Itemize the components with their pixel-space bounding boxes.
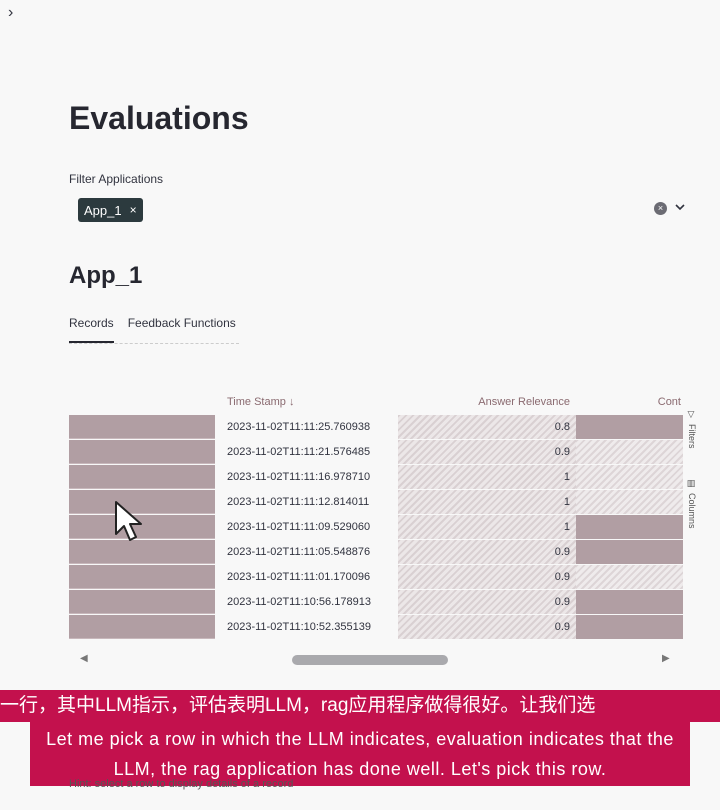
- answer-relevance-cell[interactable]: 1: [398, 489, 576, 514]
- expand-sidebar-icon[interactable]: ›: [8, 4, 13, 22]
- timestamp-cell[interactable]: 2023-11-02T11:11:09.529060: [215, 514, 398, 539]
- row-select-cell[interactable]: [69, 589, 215, 614]
- subtitle-chinese: 一行，其中LLM指示，评估表明LLM，rag应用程序做得很好。让我们选: [0, 690, 720, 722]
- header-answer-relevance[interactable]: Answer Relevance: [398, 396, 576, 408]
- tab-feedback-functions[interactable]: Feedback Functions: [128, 316, 236, 343]
- table-row[interactable]: 2023-11-02T11:10:56.178913 0.9: [69, 589, 683, 614]
- filter-label: Filter Applications: [69, 172, 164, 186]
- columns-tool[interactable]: ▥ Columns: [687, 479, 697, 529]
- cont-cell[interactable]: [576, 464, 683, 489]
- mouse-pointer-icon: [114, 500, 144, 549]
- cont-cell[interactable]: [576, 614, 683, 639]
- timestamp-cell[interactable]: 2023-11-02T11:11:05.548876: [215, 539, 398, 564]
- answer-relevance-cell[interactable]: 0.9: [398, 564, 576, 589]
- table-row[interactable]: 2023-11-02T11:11:12.814011 1: [69, 489, 683, 514]
- timestamp-cell[interactable]: 2023-11-02T11:10:52.355139: [215, 614, 398, 639]
- cont-cell[interactable]: [576, 414, 683, 439]
- timestamp-cell[interactable]: 2023-11-02T11:11:01.170096: [215, 564, 398, 589]
- cont-cell[interactable]: [576, 439, 683, 464]
- timestamp-cell[interactable]: 2023-11-02T11:11:25.760938: [215, 414, 398, 439]
- table-row[interactable]: 2023-11-02T11:11:01.170096 0.9: [69, 564, 683, 589]
- header-timestamp[interactable]: Time Stamp ↓: [215, 396, 398, 408]
- columns-icon: ▥: [687, 478, 697, 489]
- timestamp-cell[interactable]: 2023-11-02T11:11:12.814011: [215, 489, 398, 514]
- table-row[interactable]: 2023-11-02T11:11:25.760938 0.8: [69, 414, 683, 439]
- select-controls: ×: [654, 202, 685, 215]
- answer-relevance-cell[interactable]: 0.9: [398, 539, 576, 564]
- header-cont[interactable]: Cont: [576, 396, 683, 408]
- cont-cell[interactable]: [576, 489, 683, 514]
- table-row[interactable]: 2023-11-02T11:11:21.576485 0.9: [69, 439, 683, 464]
- timestamp-cell[interactable]: 2023-11-02T11:10:56.178913: [215, 589, 398, 614]
- cont-cell[interactable]: [576, 564, 683, 589]
- table-row[interactable]: 2023-11-02T11:10:52.355139 0.9: [69, 614, 683, 639]
- grid-side-tools: ▽ Filters ▥ Columns: [684, 410, 700, 528]
- filters-tool[interactable]: ▽ Filters: [687, 410, 697, 449]
- row-select-cell[interactable]: [69, 439, 215, 464]
- tab-bar: Records Feedback Functions: [69, 316, 239, 344]
- tag-label: App_1: [84, 202, 122, 218]
- answer-relevance-cell[interactable]: 0.8: [398, 414, 576, 439]
- cont-cell[interactable]: [576, 514, 683, 539]
- horizontal-scrollbar-thumb[interactable]: [292, 655, 448, 665]
- cont-cell[interactable]: [576, 539, 683, 564]
- timestamp-cell[interactable]: 2023-11-02T11:11:16.978710: [215, 464, 398, 489]
- tab-records[interactable]: Records: [69, 316, 114, 343]
- row-select-cell[interactable]: [69, 564, 215, 589]
- table-row[interactable]: 2023-11-02T11:11:09.529060 1: [69, 514, 683, 539]
- row-select-cell[interactable]: [69, 414, 215, 439]
- row-select-cell[interactable]: [69, 464, 215, 489]
- clear-icon[interactable]: ×: [654, 202, 667, 215]
- table-row[interactable]: 2023-11-02T11:11:05.548876 0.9: [69, 539, 683, 564]
- app-title: App_1: [69, 262, 143, 289]
- app-filter-tag[interactable]: App_1 ×: [78, 198, 143, 222]
- scroll-left-arrow[interactable]: ◀: [80, 653, 88, 664]
- scroll-right-arrow[interactable]: ▶: [662, 653, 670, 664]
- answer-relevance-cell[interactable]: 0.9: [398, 589, 576, 614]
- answer-relevance-cell[interactable]: 1: [398, 514, 576, 539]
- answer-relevance-cell[interactable]: 0.9: [398, 614, 576, 639]
- cont-cell[interactable]: [576, 589, 683, 614]
- answer-relevance-cell[interactable]: 0.9: [398, 439, 576, 464]
- table-body: 2023-11-02T11:11:25.760938 0.8 2023-11-02T…: [69, 414, 683, 639]
- records-table: Time Stamp ↓ Answer Relevance Cont 2023-…: [69, 390, 683, 642]
- subtitle-english: Let me pick a row in which the LLM indic…: [30, 722, 690, 786]
- table-row[interactable]: 2023-11-02T11:11:16.978710 1: [69, 464, 683, 489]
- timestamp-cell[interactable]: 2023-11-02T11:11:21.576485: [215, 439, 398, 464]
- filters-label: Filters: [687, 424, 697, 449]
- answer-relevance-cell[interactable]: 1: [398, 464, 576, 489]
- page-title: Evaluations: [69, 100, 249, 136]
- close-icon[interactable]: ×: [130, 203, 137, 217]
- hint-text: Hint: select a row to display details of…: [69, 778, 294, 790]
- filter-icon: ▽: [687, 410, 697, 420]
- columns-label: Columns: [687, 492, 697, 529]
- row-select-cell[interactable]: [69, 614, 215, 639]
- chevron-down-icon[interactable]: [675, 203, 685, 214]
- table-header: Time Stamp ↓ Answer Relevance Cont: [69, 390, 683, 414]
